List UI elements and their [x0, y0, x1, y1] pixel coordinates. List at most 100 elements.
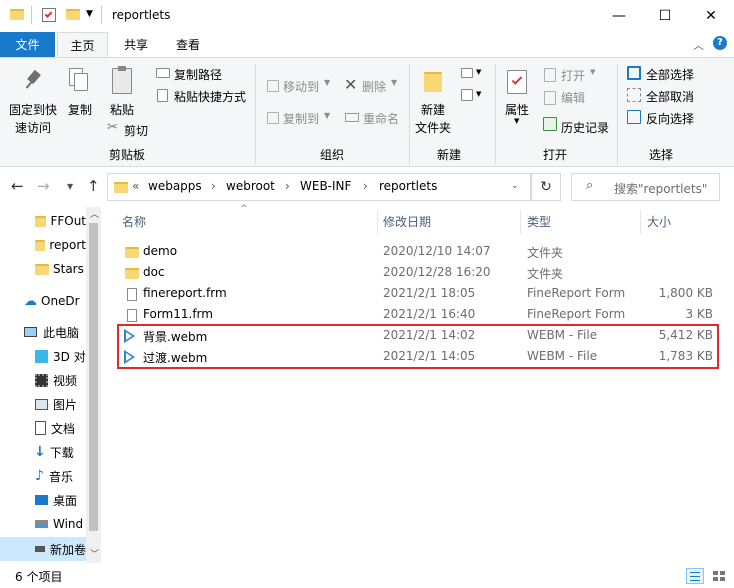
select-all-button[interactable]: 全部选择 — [646, 66, 694, 83]
search-input[interactable]: 搜索"reportlets" — [614, 180, 707, 197]
tab-share[interactable]: 共享 — [112, 32, 160, 57]
paste-shortcut-button[interactable]: 粘贴快捷方式 — [174, 88, 246, 105]
copy-to-button[interactable]: 复制到 — [283, 110, 319, 127]
close-button[interactable]: ✕ — [688, 0, 734, 32]
paste-button[interactable]: 粘贴 — [110, 101, 134, 118]
open-button[interactable]: 打开 — [561, 67, 585, 84]
column-header-date[interactable]: 修改日期 — [383, 213, 431, 230]
collapse-ribbon-icon[interactable]: ︿ — [693, 37, 704, 53]
details-view-icon[interactable] — [686, 568, 704, 584]
sidebar-scrollbar[interactable]: ︿ ﹀ — [86, 207, 101, 563]
select-none-button[interactable]: 全部取消 — [646, 88, 694, 105]
history-button[interactable]: 历史记录 — [561, 119, 609, 136]
new-folder-qat-icon[interactable] — [66, 9, 80, 20]
tab-home[interactable]: 主页 — [57, 32, 108, 58]
recent-locations-icon[interactable]: ▼ — [67, 182, 73, 191]
new-folder-label-2[interactable]: 文件夹 — [415, 119, 451, 136]
qat-dropdown-icon[interactable]: ▼ — [86, 9, 93, 19]
copy-to-dropdown-icon[interactable]: ▼ — [324, 111, 330, 120]
cut-button[interactable]: 剪切 — [124, 122, 148, 139]
sidebar-item-pictures[interactable]: 图片 — [0, 392, 86, 416]
pin-icon — [24, 69, 42, 89]
group-label-organize: 组织 — [320, 148, 345, 162]
back-arrow-icon[interactable]: ← — [11, 177, 24, 195]
large-icons-view-icon[interactable] — [710, 568, 728, 584]
delete-button[interactable]: 删除 — [362, 78, 386, 95]
properties-button[interactable]: 属性 — [505, 101, 529, 118]
new-item-icon[interactable] — [461, 68, 473, 78]
tab-view[interactable]: 查看 — [164, 32, 212, 57]
window-title: reportlets — [112, 8, 171, 22]
column-header-name[interactable]: 名称 — [122, 213, 146, 230]
maximize-button[interactable]: ☐ — [642, 0, 688, 32]
pin-quick-access-label-2[interactable]: 速访问 — [15, 119, 51, 136]
sidebar-item-new-volume[interactable]: 新加卷 — [0, 537, 86, 561]
search-box[interactable]: ⌕ 搜索"reportlets" — [571, 173, 720, 201]
table-row[interactable]: 背景.webm 2021/2/1 14:02 WEBM - File 5,412… — [118, 326, 718, 347]
minimize-button[interactable]: — — [596, 0, 642, 32]
invert-selection-button[interactable]: 反向选择 — [646, 110, 694, 127]
column-divider[interactable] — [377, 210, 378, 234]
sidebar-item-music[interactable]: ♪ 音乐 — [0, 464, 86, 488]
breadcrumb-webroot[interactable]: webroot — [226, 179, 275, 193]
properties-dropdown-icon[interactable]: ▼ — [514, 117, 519, 125]
table-row[interactable]: Form11.frm 2021/2/1 16:40 FineReport For… — [118, 305, 718, 326]
help-icon[interactable]: ? — [713, 36, 727, 50]
refresh-icon[interactable]: ↻ — [531, 173, 561, 201]
rename-button[interactable]: 重命名 — [363, 110, 399, 127]
address-history-dropdown-icon[interactable]: ⌄ — [511, 181, 519, 191]
easy-access-dropdown-icon[interactable]: ▼ — [476, 90, 481, 98]
copy-button[interactable]: 复制 — [68, 101, 92, 118]
sidebar-item-onedrive[interactable]: ☁ OneDr — [0, 289, 86, 313]
search-icon: ⌕ — [586, 178, 594, 193]
breadcrumb-overflow[interactable]: « — [132, 179, 139, 193]
scroll-down-icon[interactable]: ﹀ — [90, 547, 99, 560]
address-bar[interactable]: « webapps › webroot › WEB-INF › reportle… — [107, 173, 531, 201]
file-name: 背景.webm — [143, 330, 208, 344]
sidebar-item-documents[interactable]: 文档 — [0, 416, 86, 440]
video-file-icon — [124, 350, 135, 364]
open-dropdown-icon[interactable]: ▼ — [590, 68, 595, 76]
properties-qat-icon[interactable] — [42, 8, 56, 22]
edit-button[interactable]: 编辑 — [561, 89, 585, 106]
column-divider[interactable] — [640, 210, 641, 234]
column-divider[interactable] — [520, 210, 521, 234]
column-header-type[interactable]: 类型 — [527, 213, 551, 230]
sidebar-item-3d-objects[interactable]: 3D 对 — [0, 344, 86, 368]
move-to-button[interactable]: 移动到 — [283, 78, 319, 95]
new-folder-label-1[interactable]: 新建 — [421, 101, 445, 118]
table-row[interactable]: 过渡.webm 2021/2/1 14:05 WEBM - File 1,783… — [118, 347, 718, 368]
forward-arrow-icon[interactable]: → — [37, 177, 50, 195]
new-item-dropdown-icon[interactable]: ▼ — [476, 68, 481, 76]
delete-dropdown-icon[interactable]: ▼ — [391, 78, 397, 87]
sidebar-item-label: Wind — [53, 517, 84, 531]
pin-quick-access-label-1[interactable]: 固定到快 — [9, 101, 57, 118]
sidebar-item-downloads[interactable]: ↓ 下载 — [0, 440, 86, 464]
breadcrumb-reportlets[interactable]: reportlets — [379, 179, 437, 193]
scroll-thumb[interactable] — [89, 223, 98, 531]
tab-file[interactable]: 文件 — [0, 32, 55, 57]
table-row[interactable]: doc 2020/12/28 16:20 文件夹 — [118, 263, 718, 284]
cloud-icon: ☁ — [24, 293, 37, 309]
column-header-size[interactable]: 大小 — [647, 213, 671, 230]
table-row[interactable]: finereport.frm 2021/2/1 18:05 FineReport… — [118, 284, 718, 305]
sidebar-item-this-pc[interactable]: 此电脑 — [0, 320, 86, 344]
table-row[interactable]: demo 2020/12/10 14:07 文件夹 — [118, 242, 718, 263]
copy-path-icon — [156, 68, 170, 78]
document-icon — [35, 421, 46, 435]
sidebar-item-stars[interactable]: Stars — [0, 257, 86, 281]
sidebar-item-windows[interactable]: Wind — [0, 512, 86, 536]
scroll-up-icon[interactable]: ︿ — [90, 207, 99, 220]
breadcrumb-web-inf[interactable]: WEB-INF — [300, 179, 351, 193]
easy-access-icon[interactable] — [461, 89, 473, 101]
sidebar-item-desktop[interactable]: 桌面 — [0, 488, 86, 512]
sidebar-item-report[interactable]: report — [0, 233, 86, 257]
breadcrumb-separator: › — [285, 179, 290, 193]
move-to-dropdown-icon[interactable]: ▼ — [324, 78, 330, 87]
copy-path-button[interactable]: 复制路径 — [174, 66, 222, 83]
breadcrumb-webapps[interactable]: webapps — [148, 179, 202, 193]
up-arrow-icon[interactable]: ↑ — [87, 177, 100, 195]
sidebar-item-ffout[interactable]: FFOut — [0, 209, 86, 233]
folder-icon — [114, 182, 128, 193]
sidebar-item-videos[interactable]: 视频 — [0, 368, 86, 392]
